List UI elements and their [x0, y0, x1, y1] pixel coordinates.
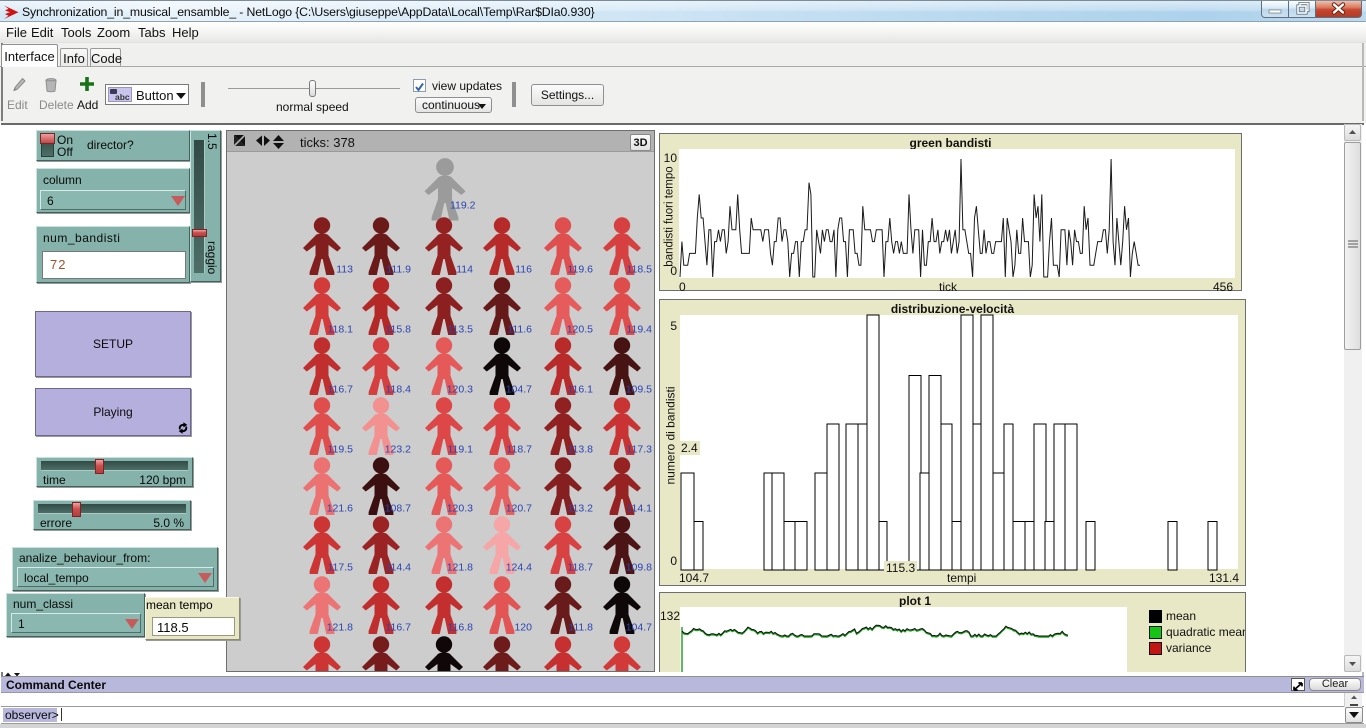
svg-text:119.6: 119.6 [568, 264, 594, 276]
svg-text:113.8: 113.8 [568, 444, 594, 456]
svg-text:115.8: 115.8 [386, 324, 412, 336]
svg-text:116.8: 116.8 [448, 622, 474, 634]
svg-text:116.1: 116.1 [568, 384, 594, 396]
svg-text:121.6: 121.6 [327, 503, 353, 515]
svg-text:104.7: 104.7 [626, 622, 652, 634]
svg-text:117.5: 117.5 [328, 562, 354, 574]
svg-text:113.5: 113.5 [448, 324, 474, 336]
svg-text:118.4: 118.4 [386, 384, 412, 396]
svg-text:118.1: 118.1 [328, 324, 354, 336]
svg-text:104.7: 104.7 [506, 384, 532, 396]
svg-text:111.6: 111.6 [507, 324, 532, 336]
svg-text:120.3: 120.3 [447, 503, 473, 515]
svg-text:121.8: 121.8 [447, 562, 473, 574]
svg-text:108.7: 108.7 [385, 503, 411, 515]
svg-text:116.7: 116.7 [386, 622, 412, 634]
svg-text:121.8: 121.8 [327, 622, 353, 634]
svg-text:120: 120 [514, 622, 532, 634]
svg-text:123.2: 123.2 [385, 444, 411, 456]
svg-text:118.7: 118.7 [568, 562, 594, 574]
svg-text:116: 116 [515, 264, 532, 276]
svg-text:111.9: 111.9 [386, 264, 411, 276]
svg-text:119.2: 119.2 [450, 200, 476, 212]
svg-text:111.8: 111.8 [568, 622, 593, 634]
svg-text:120.7: 120.7 [506, 503, 532, 515]
svg-text:119.5: 119.5 [328, 444, 354, 456]
svg-text:118.7: 118.7 [507, 444, 533, 456]
svg-text:117.3: 117.3 [627, 444, 653, 456]
svg-text:114: 114 [456, 264, 473, 276]
svg-text:114.4: 114.4 [386, 562, 412, 574]
svg-text:113: 113 [336, 264, 353, 276]
svg-text:124.4: 124.4 [506, 562, 532, 574]
svg-text:119.1: 119.1 [448, 444, 474, 456]
svg-text:119.4: 119.4 [627, 324, 653, 336]
svg-text:113.2: 113.2 [568, 503, 594, 515]
svg-text:114.1: 114.1 [627, 503, 653, 515]
svg-text:109.5: 109.5 [626, 384, 652, 396]
svg-text:118.5: 118.5 [627, 264, 653, 276]
svg-text:120.3: 120.3 [447, 384, 473, 396]
svg-text:116.7: 116.7 [328, 384, 354, 396]
svg-text:109.8: 109.8 [626, 562, 652, 574]
svg-text:120.5: 120.5 [567, 324, 593, 336]
